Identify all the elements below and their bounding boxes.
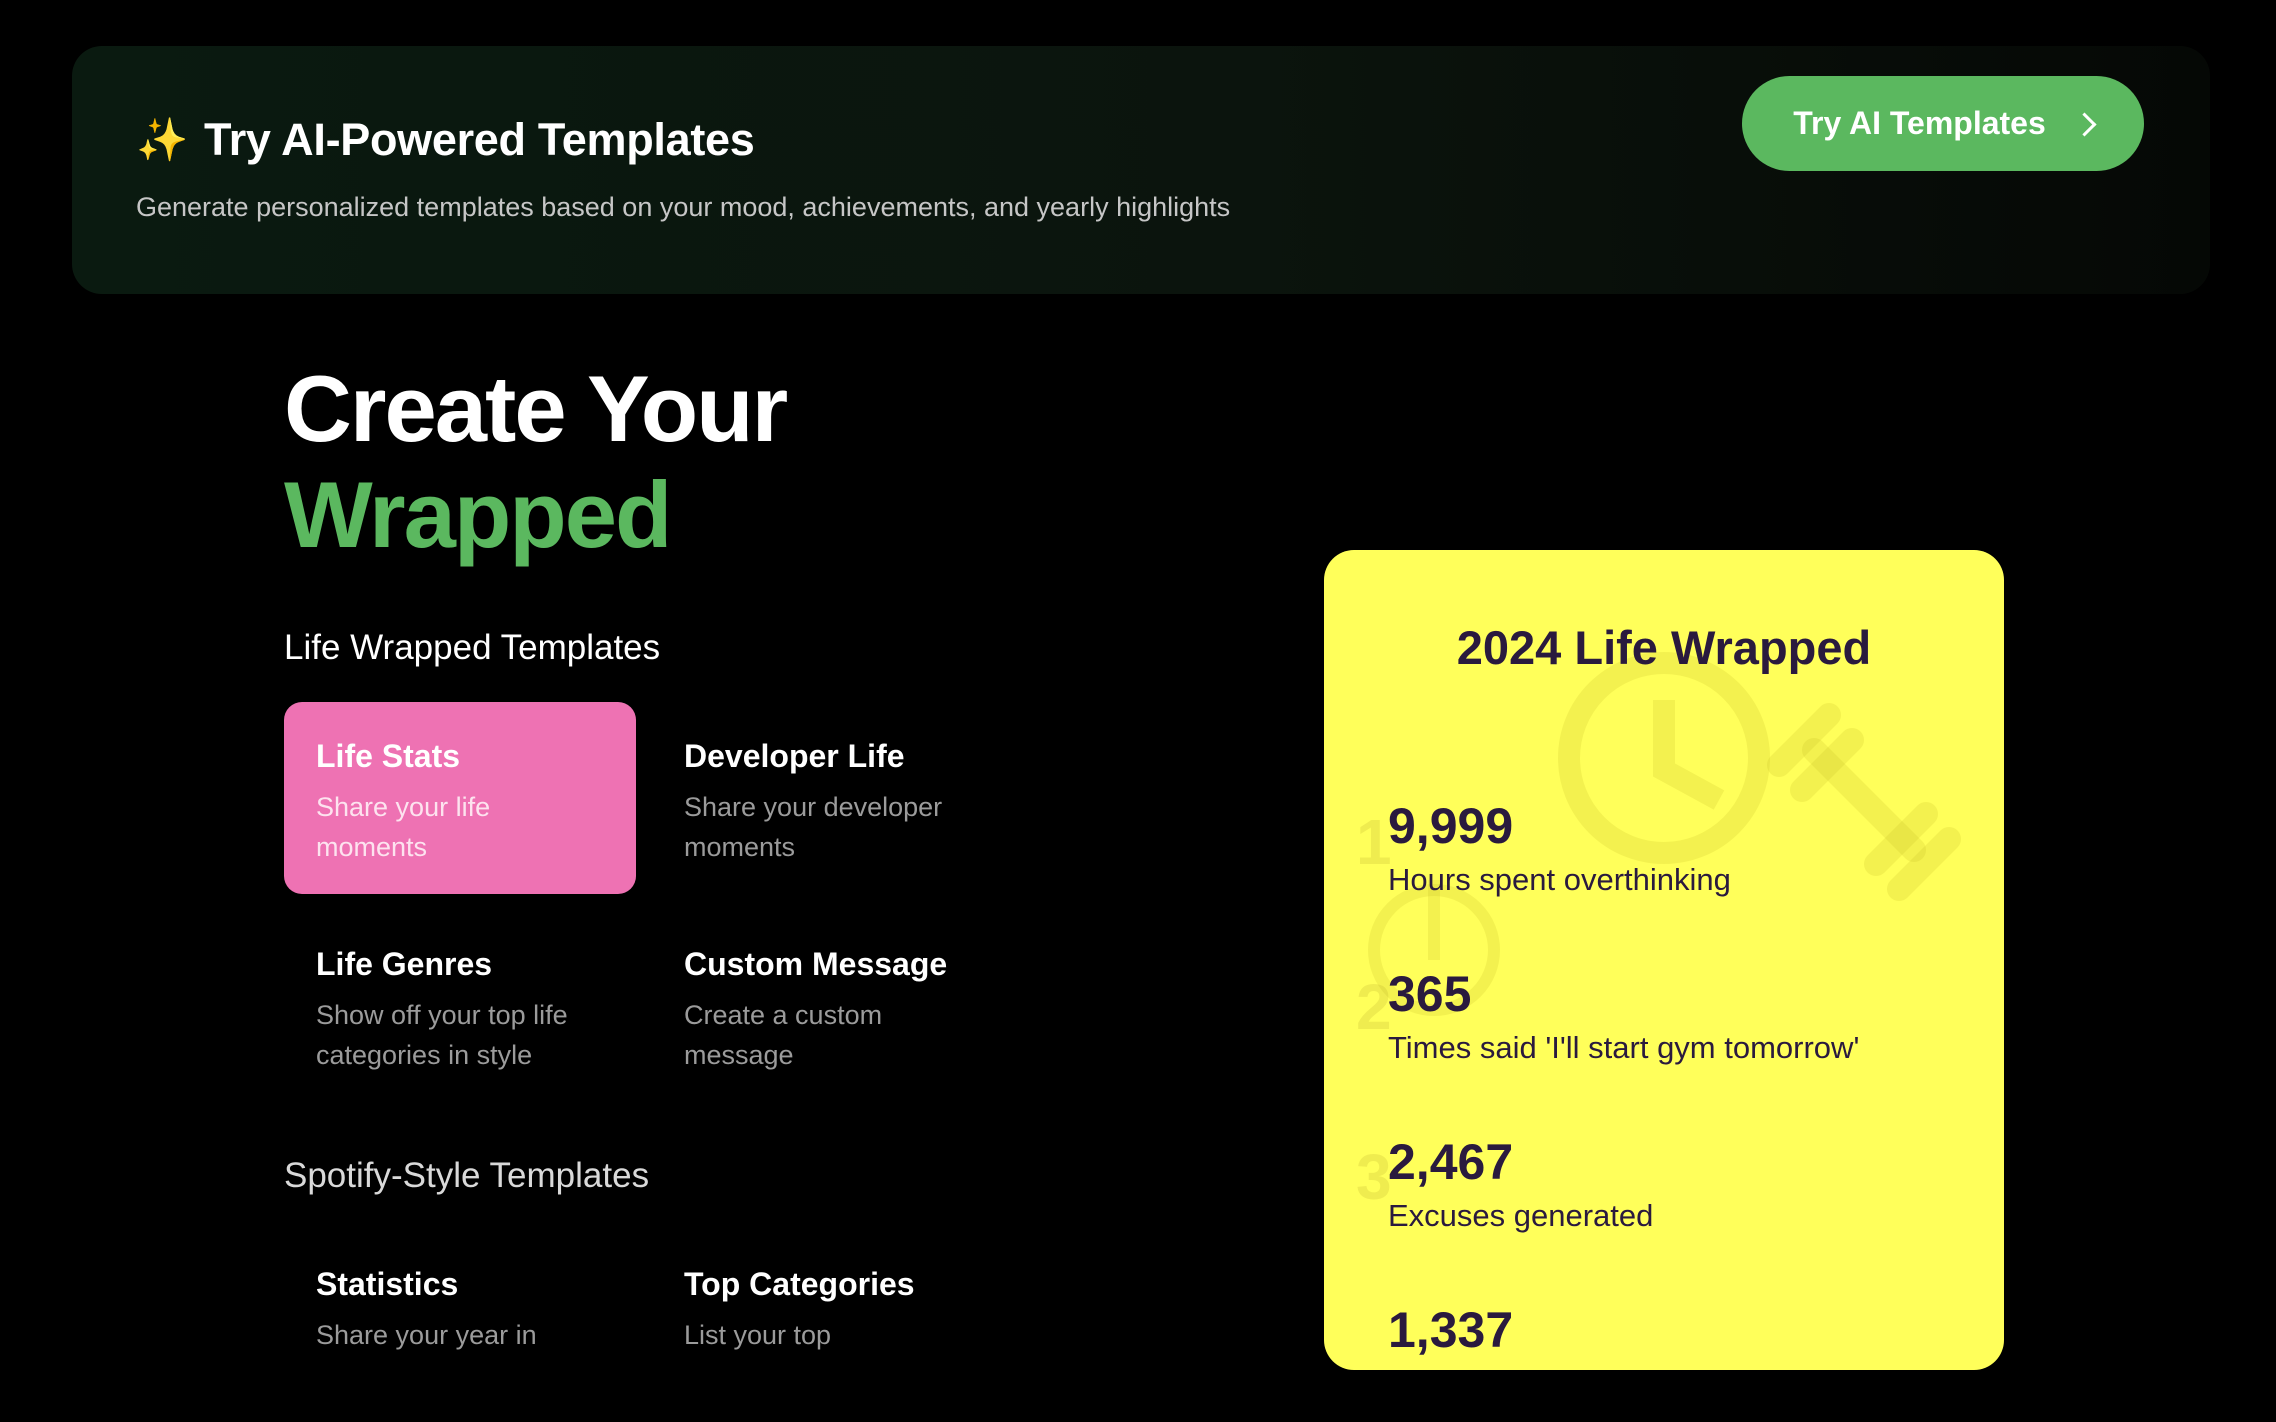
card-desc: Share your year in (316, 1320, 537, 1350)
page-title-line1: Create Your (284, 356, 788, 461)
wrapped-preview-card: 2024 Life Wrapped 1 2 3 9,999 Hours spen… (1324, 550, 2004, 1370)
template-card-life-stats[interactable]: Life Stats Share your life moments (284, 702, 636, 894)
stat-label: Excuses generated (1388, 1198, 1654, 1233)
stat-item: 2,467 Excuses generated (1388, 1134, 1653, 1234)
stat-value: 9,999 (1388, 798, 1514, 854)
card-desc: Create a custom message (684, 1000, 883, 1070)
stat-item: 1,337 (1388, 1302, 1513, 1358)
card-title: Life Stats (316, 738, 461, 774)
card-title: Top Categories (684, 1266, 915, 1302)
page-title: Create Your Wrapped (284, 356, 788, 568)
stat-value: 1,337 (1388, 1302, 1514, 1358)
card-title: Custom Message (684, 946, 948, 982)
card-title: Statistics (316, 1266, 459, 1302)
stat-value: 2,467 (1388, 1134, 1514, 1190)
try-ai-templates-button[interactable]: Try AI Templates (1742, 76, 2144, 171)
chevron-right-icon (2072, 112, 2097, 137)
stat-item: 365 Times said 'I'll start gym tomorrow' (1388, 966, 1859, 1066)
card-desc: Show off your top life categories in sty… (316, 1000, 568, 1070)
stat-label: Times said 'I'll start gym tomorrow' (1388, 1030, 1860, 1065)
sparkle-icon: ✨ (136, 115, 188, 163)
banner-title: ✨ Try AI-Powered Templates (136, 114, 755, 166)
dumbbell-icon (1767, 703, 1961, 901)
banner-title-text: Try AI-Powered Templates (204, 114, 755, 165)
banner-subtitle: Generate personalized templates based on… (136, 192, 1231, 222)
rank-number: 1 (1356, 806, 1392, 878)
card-title: Developer Life (684, 738, 905, 774)
card-desc: Share your developer moments (684, 792, 943, 862)
stat-value: 365 (1388, 966, 1472, 1022)
card-title: Life Genres (316, 946, 493, 982)
template-card-custom-message[interactable]: Custom Message Create a custom message (652, 910, 1004, 1102)
page-title-line2: Wrapped (284, 462, 672, 567)
template-card-top-categories[interactable]: Top Categories List your top (652, 1230, 1004, 1422)
rank-number: 3 (1356, 1141, 1392, 1213)
template-card-statistics[interactable]: Statistics Share your year in (284, 1230, 636, 1422)
stat-item: 9,999 Hours spent overthinking (1388, 798, 1731, 898)
try-ai-templates-label: Try AI Templates (1793, 105, 2046, 141)
rank-number: 2 (1356, 971, 1392, 1043)
stat-label: Hours spent overthinking (1388, 862, 1731, 897)
template-card-developer-life[interactable]: Developer Life Share your developer mome… (652, 702, 1004, 894)
spotify-templates-heading: Spotify-Style Templates (284, 1156, 650, 1195)
card-desc: Share your life moments (316, 792, 491, 862)
preview-title: 2024 Life Wrapped (1456, 621, 1872, 674)
life-templates-heading: Life Wrapped Templates (284, 628, 661, 667)
card-desc: List your top (684, 1320, 832, 1350)
template-card-life-genres[interactable]: Life Genres Show off your top life categ… (284, 910, 636, 1102)
